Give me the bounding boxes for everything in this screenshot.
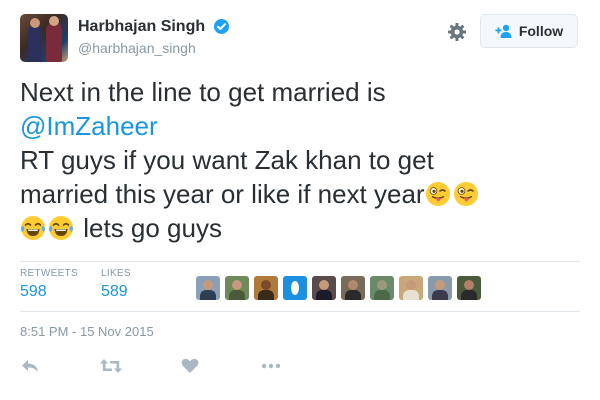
follow-button-label: Follow — [518, 23, 564, 39]
user-avatar[interactable] — [20, 14, 68, 62]
likes-stat[interactable]: LIKES 589 — [101, 268, 131, 301]
tweet-line-3: RT guys if you want Zak khan to get — [20, 145, 434, 175]
tweet-line-5: lets go guys — [83, 213, 222, 243]
tweet-line-4: married this year or like if next year — [20, 179, 425, 209]
liker-avatar[interactable] — [457, 276, 481, 300]
user-handle[interactable]: @harbhajan_singh — [78, 40, 229, 56]
winking-tongue-face-icon — [425, 182, 450, 206]
winking-tongue-face-icon — [453, 182, 478, 206]
retweets-count[interactable]: 598 — [20, 283, 78, 301]
liker-avatar[interactable] — [341, 276, 365, 300]
liker-avatar[interactable] — [254, 276, 278, 300]
liker-avatar[interactable] — [370, 276, 394, 300]
tears-of-joy-face-icon — [49, 216, 73, 240]
liker-avatar[interactable] — [225, 276, 249, 300]
liker-avatar[interactable] — [312, 276, 336, 300]
gear-icon[interactable] — [447, 22, 467, 42]
tweet-text: Next in the line to get married is @ImZa… — [20, 75, 580, 245]
divider-bottom — [20, 311, 580, 312]
display-name[interactable]: Harbhajan Singh — [78, 18, 205, 36]
liker-avatar[interactable] — [399, 276, 423, 300]
liker-avatar[interactable] — [428, 276, 452, 300]
retweets-label: RETWEETS — [20, 268, 78, 279]
likes-count[interactable]: 589 — [101, 283, 131, 301]
follow-button[interactable]: Follow — [480, 14, 578, 48]
tweet-line-1: Next in the line to get married is — [20, 77, 386, 107]
retweets-stat[interactable]: RETWEETS 598 — [20, 268, 78, 301]
liker-avatar[interactable] — [283, 276, 307, 300]
reply-icon[interactable] — [20, 356, 42, 378]
tears-of-joy-face-icon — [21, 216, 45, 240]
liker-avatar[interactable] — [196, 276, 220, 300]
tweet-timestamp[interactable]: 8:51 PM - 15 Nov 2015 — [20, 324, 154, 339]
divider-top — [20, 261, 580, 262]
retweet-icon[interactable] — [99, 356, 122, 378]
verified-badge-icon — [213, 18, 229, 34]
like-heart-icon[interactable] — [180, 356, 202, 378]
follow-user-icon — [495, 24, 512, 38]
more-icon[interactable] — [260, 356, 282, 378]
mention-link[interactable]: @ImZaheer — [20, 111, 158, 141]
user-name-block[interactable]: Harbhajan Singh @harbhajan_singh — [78, 18, 229, 56]
likes-label: LIKES — [101, 268, 131, 279]
